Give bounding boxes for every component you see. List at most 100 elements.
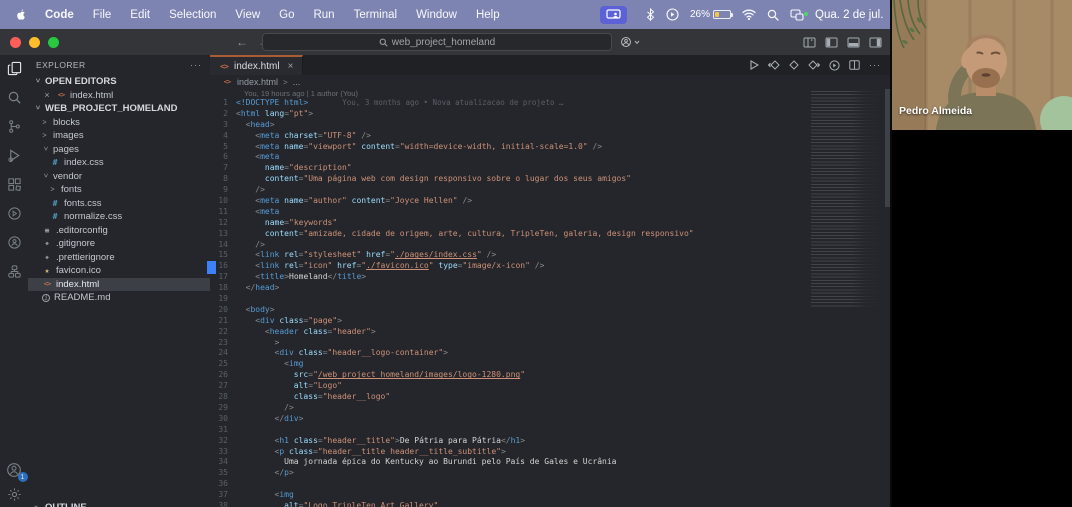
explorer-more-actions-icon[interactable]: ··· [190, 60, 202, 70]
tree-item-index-css[interactable]: #index.css [28, 156, 210, 170]
code-line[interactable]: 5 <meta name="viewport" content="width=d… [210, 142, 890, 153]
code-line[interactable]: 6 <meta [210, 152, 890, 163]
tab-close-icon[interactable]: × [288, 61, 294, 72]
customize-layout-icon[interactable] [803, 37, 816, 48]
tree-item-readme-md[interactable]: iREADME.md [28, 291, 210, 305]
display-status-icon[interactable] [790, 9, 804, 21]
code-line[interactable]: 23 > [210, 338, 890, 349]
tree-item-gitignore[interactable]: ◆.gitignore [28, 237, 210, 251]
battery-status[interactable]: 26% [690, 9, 731, 20]
play-circle-icon[interactable] [666, 8, 679, 21]
source-control-icon[interactable] [6, 118, 23, 135]
apple-logo-icon[interactable] [14, 8, 27, 22]
previous-change-icon[interactable] [768, 60, 780, 70]
menu-go[interactable]: Go [279, 9, 294, 21]
tree-item-favicon-ico[interactable]: ★favicon.ico [28, 264, 210, 278]
close-editor-icon[interactable]: × [42, 90, 52, 100]
outline-section[interactable]: > OUTLINE [28, 500, 210, 507]
code-line[interactable]: 27 alt="Logo" [210, 381, 890, 392]
participant-video[interactable]: Pedro Almeida [892, 0, 1072, 130]
close-window-button[interactable] [10, 37, 21, 48]
explorer-icon[interactable] [6, 60, 23, 77]
run-file-icon[interactable] [750, 60, 759, 70]
tree-item-editorconfig[interactable]: ≡.editorconfig [28, 224, 210, 238]
tree-item-prettierignore[interactable]: ◆.prettierignore [28, 251, 210, 265]
code-editor[interactable]: You, 19 hours ago | 1 author (You) 1<!DO… [210, 89, 890, 507]
search-view-icon[interactable] [6, 89, 23, 106]
menu-selection[interactable]: Selection [169, 9, 216, 21]
code-line[interactable]: 29 /> [210, 403, 890, 414]
next-change-icon[interactable] [808, 60, 820, 70]
bluetooth-icon[interactable] [646, 8, 655, 21]
toggle-primary-sidebar-icon[interactable] [825, 37, 838, 48]
menu-run[interactable]: Run [313, 9, 334, 21]
remote-explorer-icon[interactable] [6, 234, 23, 251]
toggle-panel-icon[interactable] [847, 37, 860, 48]
open-editor-item[interactable]: × <> index.html [28, 89, 210, 103]
code-line[interactable]: 31 [210, 425, 890, 436]
code-line[interactable]: 18 </head> [210, 283, 890, 294]
organization-icon[interactable] [6, 263, 23, 280]
code-line[interactable]: 35 </p> [210, 468, 890, 479]
tab-index-html[interactable]: <> index.html × [210, 55, 303, 75]
spotlight-search-icon[interactable] [767, 9, 779, 21]
nav-back-icon[interactable]: ← [236, 35, 248, 49]
tree-item-images[interactable]: >images [28, 129, 210, 143]
code-line[interactable]: 20 <body> [210, 305, 890, 316]
code-line[interactable]: 3 <head> [210, 120, 890, 131]
menu-edit[interactable]: Edit [130, 9, 150, 21]
minimap[interactable] [811, 91, 883, 507]
wifi-icon[interactable] [742, 9, 756, 20]
code-line[interactable]: 24 <div class="header__logo-container"> [210, 348, 890, 359]
code-line[interactable]: 9 /> [210, 185, 890, 196]
code-line[interactable]: 7 name="description" [210, 163, 890, 174]
run-debug-icon[interactable] [6, 147, 23, 164]
more-actions-icon[interactable]: ··· [869, 60, 881, 70]
menu-window[interactable]: Window [416, 9, 457, 21]
code-line[interactable]: 21 <div class="page"> [210, 316, 890, 327]
menu-code[interactable]: Code [45, 9, 74, 21]
tree-item-blocks[interactable]: >blocks [28, 116, 210, 130]
live-preview-icon[interactable] [6, 205, 23, 222]
toggle-secondary-sidebar-icon[interactable] [869, 37, 882, 48]
code-line[interactable]: 32 <h1 class="header__title">De Pátria p… [210, 436, 890, 447]
screen-sharing-button[interactable] [600, 6, 627, 24]
run-or-debug-icon[interactable] [829, 60, 840, 71]
code-line[interactable]: 8 content="Uma página web com design res… [210, 174, 890, 185]
code-line[interactable]: 15 <link rel="stylesheet" href="./pages/… [210, 250, 890, 261]
code-line[interactable]: 19 [210, 294, 890, 305]
code-line[interactable]: 13 content="amizade, cidade de origem, a… [210, 229, 890, 240]
command-center-search[interactable]: web_project_homeland [262, 33, 612, 51]
code-line[interactable]: 4 <meta charset="UTF-8" /> [210, 131, 890, 142]
profile-menu[interactable] [620, 36, 640, 48]
split-editor-icon[interactable] [849, 60, 860, 70]
code-line[interactable]: 12 name="keywords" [210, 218, 890, 229]
menu-file[interactable]: File [93, 9, 112, 21]
code-line[interactable]: 2<html lang="pt"> [210, 109, 890, 120]
code-line[interactable]: 10 <meta name="author" content="Joyce He… [210, 196, 890, 207]
code-line[interactable]: 34 Uma jornada épica do Kentucky ao Buru… [210, 457, 890, 468]
workspace-section[interactable]: > WEB_PROJECT_HOMELAND [28, 102, 210, 116]
code-line[interactable]: 33 <p class="header__title header__title… [210, 447, 890, 458]
fullscreen-window-button[interactable] [48, 37, 59, 48]
code-line[interactable]: 28 class="header__logo" [210, 392, 890, 403]
menu-terminal[interactable]: Terminal [354, 9, 397, 21]
code-line[interactable]: 30 </div> [210, 414, 890, 425]
tree-item-normalize-css[interactable]: #normalize.css [28, 210, 210, 224]
code-line[interactable]: 37 <img [210, 490, 890, 501]
open-editors-section[interactable]: > OPEN EDITORS [28, 75, 210, 89]
code-line[interactable]: 22 <header class="header"> [210, 327, 890, 338]
breadcrumb[interactable]: <> index.html > ... [210, 75, 890, 89]
code-line[interactable]: 36 [210, 479, 890, 490]
sidebar-drag-marker[interactable] [207, 261, 216, 274]
code-line[interactable]: 25 <img [210, 359, 890, 370]
menu-view[interactable]: View [235, 9, 260, 21]
code-line[interactable]: 26 src="/web_project_homeland/images/log… [210, 370, 890, 381]
account-icon[interactable]: 1 [6, 461, 23, 478]
change-diamond-icon[interactable] [789, 60, 799, 70]
code-line[interactable]: 17 <title>Homeland</title> [210, 272, 890, 283]
code-line[interactable]: 1<!DOCTYPE html>You, 3 months ago • Nova… [210, 98, 890, 109]
settings-gear-icon[interactable] [6, 486, 23, 503]
gitlens-codelens[interactable]: You, 19 hours ago | 1 author (You) [210, 89, 890, 98]
tree-item-fonts[interactable]: >fonts [28, 183, 210, 197]
